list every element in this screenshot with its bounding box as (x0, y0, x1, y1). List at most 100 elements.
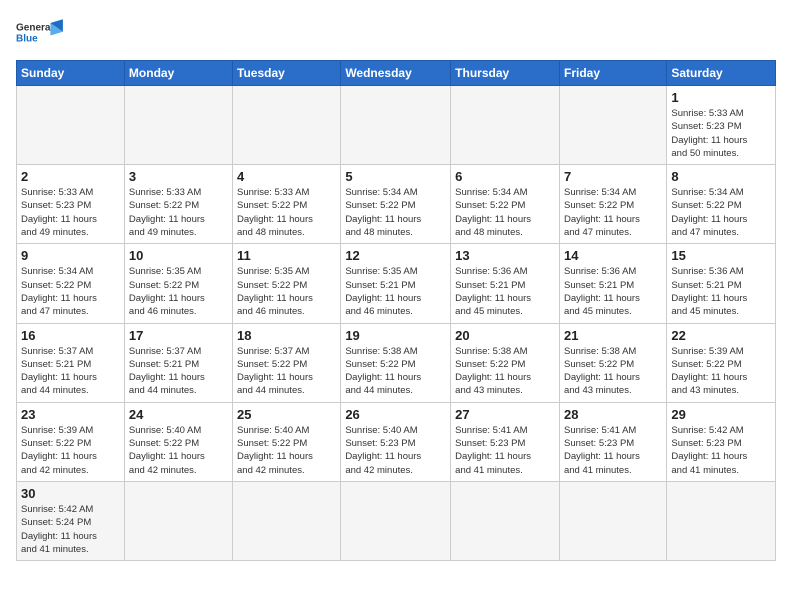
day-cell: 24 Sunrise: 5:40 AM Sunset: 5:22 PM Dayli… (124, 402, 232, 481)
day-cell: 1Sunrise: 5:33 AM Sunset: 5:23 PM Daylig… (667, 86, 776, 165)
weekday-thursday: Thursday (451, 61, 560, 86)
day-info: Sunrise: 5:34 AM Sunset: 5:22 PM Dayligh… (671, 186, 771, 239)
day-info: Sunrise: 5:36 AM Sunset: 5:21 PM Dayligh… (671, 265, 771, 318)
day-number: 28 (564, 407, 662, 422)
day-number: 2 (21, 169, 120, 184)
week-row-4: 23 Sunrise: 5:39 AM Sunset: 5:22 PM Dayli… (17, 402, 776, 481)
day-cell (451, 86, 560, 165)
day-number: 20 (455, 328, 555, 343)
day-number: 30 (21, 486, 120, 501)
day-number: 27 (455, 407, 555, 422)
calendar-body: 1 Sunrise: 5:33 AM Sunset: 5:23 PM Daylig… (17, 86, 776, 561)
weekday-saturday: Saturday (667, 61, 776, 86)
day-cell: 13Sunrise: 5:36 AM Sunset: 5:21 PM Dayli… (451, 244, 560, 323)
day-info: Sunrise: 5:42 AM Sunset: 5:24 PM Dayligh… (21, 503, 120, 556)
day-info: Sunrise: 5:39 AM Sunset: 5:22 PM Dayligh… (21, 424, 120, 477)
day-cell (233, 481, 341, 560)
header: General Blue (16, 16, 776, 50)
day-info: Sunrise: 5:33 AM Sunset: 5:22 PM Dayligh… (237, 186, 336, 239)
week-row-2: 9 Sunrise: 5:34 AM Sunset: 5:22 PM Daylig… (17, 244, 776, 323)
day-cell: 20 Sunrise: 5:38 AM Sunset: 5:22 PM Dayli… (451, 323, 560, 402)
day-cell: 30 Sunrise: 5:42 AM Sunset: 5:24 PM Dayli… (17, 481, 125, 560)
day-info: Sunrise: 5:41 AM Sunset: 5:23 PM Dayligh… (564, 424, 662, 477)
day-cell: 7 Sunrise: 5:34 AM Sunset: 5:22 PM Daylig… (559, 165, 666, 244)
day-cell: 14 Sunrise: 5:36 AM Sunset: 5:21 PM Dayli… (559, 244, 666, 323)
day-info: Sunrise: 5:40 AM Sunset: 5:22 PM Dayligh… (129, 424, 228, 477)
day-number: 23 (21, 407, 120, 422)
day-number: 12 (345, 248, 446, 263)
day-info: Sunrise: 5:34 AM Sunset: 5:22 PM Dayligh… (21, 265, 120, 318)
day-number: 5 (345, 169, 446, 184)
day-info: Sunrise: 5:35 AM Sunset: 5:22 PM Dayligh… (129, 265, 228, 318)
day-cell: 6Sunrise: 5:34 AM Sunset: 5:22 PM Daylig… (451, 165, 560, 244)
weekday-tuesday: Tuesday (233, 61, 341, 86)
day-info: Sunrise: 5:38 AM Sunset: 5:22 PM Dayligh… (564, 345, 662, 398)
day-cell: 16 Sunrise: 5:37 AM Sunset: 5:21 PM Dayli… (17, 323, 125, 402)
day-cell (341, 86, 451, 165)
day-cell: 18Sunrise: 5:37 AM Sunset: 5:22 PM Dayli… (233, 323, 341, 402)
day-info: Sunrise: 5:34 AM Sunset: 5:22 PM Dayligh… (564, 186, 662, 239)
day-cell: 22 Sunrise: 5:39 AM Sunset: 5:22 PM Dayli… (667, 323, 776, 402)
day-number: 17 (129, 328, 228, 343)
day-number: 24 (129, 407, 228, 422)
day-cell (341, 481, 451, 560)
day-cell: 15 Sunrise: 5:36 AM Sunset: 5:21 PM Dayli… (667, 244, 776, 323)
day-cell: 2 Sunrise: 5:33 AM Sunset: 5:23 PM Daylig… (17, 165, 125, 244)
logo-icon: General Blue (16, 16, 66, 48)
day-cell: 29Sunrise: 5:42 AM Sunset: 5:23 PM Dayli… (667, 402, 776, 481)
day-info: Sunrise: 5:39 AM Sunset: 5:22 PM Dayligh… (671, 345, 771, 398)
day-cell (667, 481, 776, 560)
day-info: Sunrise: 5:38 AM Sunset: 5:22 PM Dayligh… (455, 345, 555, 398)
day-cell (124, 481, 232, 560)
day-cell: 9 Sunrise: 5:34 AM Sunset: 5:22 PM Daylig… (17, 244, 125, 323)
weekday-friday: Friday (559, 61, 666, 86)
day-cell (17, 86, 125, 165)
day-cell: 10 Sunrise: 5:35 AM Sunset: 5:22 PM Dayli… (124, 244, 232, 323)
day-number: 25 (237, 407, 336, 422)
day-info: Sunrise: 5:36 AM Sunset: 5:21 PM Dayligh… (564, 265, 662, 318)
day-number: 10 (129, 248, 228, 263)
day-number: 3 (129, 169, 228, 184)
day-number: 22 (671, 328, 771, 343)
day-number: 7 (564, 169, 662, 184)
day-cell: 5 Sunrise: 5:34 AM Sunset: 5:22 PM Daylig… (341, 165, 451, 244)
day-number: 19 (345, 328, 446, 343)
day-info: Sunrise: 5:38 AM Sunset: 5:22 PM Dayligh… (345, 345, 446, 398)
day-info: Sunrise: 5:37 AM Sunset: 5:21 PM Dayligh… (129, 345, 228, 398)
week-row-3: 16 Sunrise: 5:37 AM Sunset: 5:21 PM Dayli… (17, 323, 776, 402)
day-info: Sunrise: 5:33 AM Sunset: 5:23 PM Dayligh… (21, 186, 120, 239)
day-number: 21 (564, 328, 662, 343)
day-number: 18 (237, 328, 336, 343)
day-number: 29 (671, 407, 771, 422)
day-number: 9 (21, 248, 120, 263)
day-info: Sunrise: 5:35 AM Sunset: 5:22 PM Dayligh… (237, 265, 336, 318)
day-cell: 8Sunrise: 5:34 AM Sunset: 5:22 PM Daylig… (667, 165, 776, 244)
day-number: 16 (21, 328, 120, 343)
day-number: 14 (564, 248, 662, 263)
logo-area: General Blue (16, 16, 66, 50)
day-number: 26 (345, 407, 446, 422)
day-info: Sunrise: 5:34 AM Sunset: 5:22 PM Dayligh… (345, 186, 446, 239)
week-row-0: 1Sunrise: 5:33 AM Sunset: 5:23 PM Daylig… (17, 86, 776, 165)
day-number: 1 (671, 90, 771, 105)
day-cell: 28 Sunrise: 5:41 AM Sunset: 5:23 PM Dayli… (559, 402, 666, 481)
day-cell (559, 86, 666, 165)
day-cell: 19 Sunrise: 5:38 AM Sunset: 5:22 PM Dayli… (341, 323, 451, 402)
day-info: Sunrise: 5:40 AM Sunset: 5:23 PM Dayligh… (345, 424, 446, 477)
day-number: 13 (455, 248, 555, 263)
day-cell: 26 Sunrise: 5:40 AM Sunset: 5:23 PM Dayli… (341, 402, 451, 481)
day-cell (559, 481, 666, 560)
svg-text:Blue: Blue (16, 34, 38, 45)
week-row-5: 30 Sunrise: 5:42 AM Sunset: 5:24 PM Dayli… (17, 481, 776, 560)
day-cell: 25 Sunrise: 5:40 AM Sunset: 5:22 PM Dayli… (233, 402, 341, 481)
weekday-header: SundayMondayTuesdayWednesdayThursdayFrid… (17, 61, 776, 86)
weekday-monday: Monday (124, 61, 232, 86)
day-cell (124, 86, 232, 165)
day-cell: 21 Sunrise: 5:38 AM Sunset: 5:22 PM Dayli… (559, 323, 666, 402)
day-info: Sunrise: 5:37 AM Sunset: 5:21 PM Dayligh… (21, 345, 120, 398)
day-cell: 4Sunrise: 5:33 AM Sunset: 5:22 PM Daylig… (233, 165, 341, 244)
weekday-wednesday: Wednesday (341, 61, 451, 86)
day-info: Sunrise: 5:40 AM Sunset: 5:22 PM Dayligh… (237, 424, 336, 477)
day-number: 15 (671, 248, 771, 263)
week-row-1: 2 Sunrise: 5:33 AM Sunset: 5:23 PM Daylig… (17, 165, 776, 244)
